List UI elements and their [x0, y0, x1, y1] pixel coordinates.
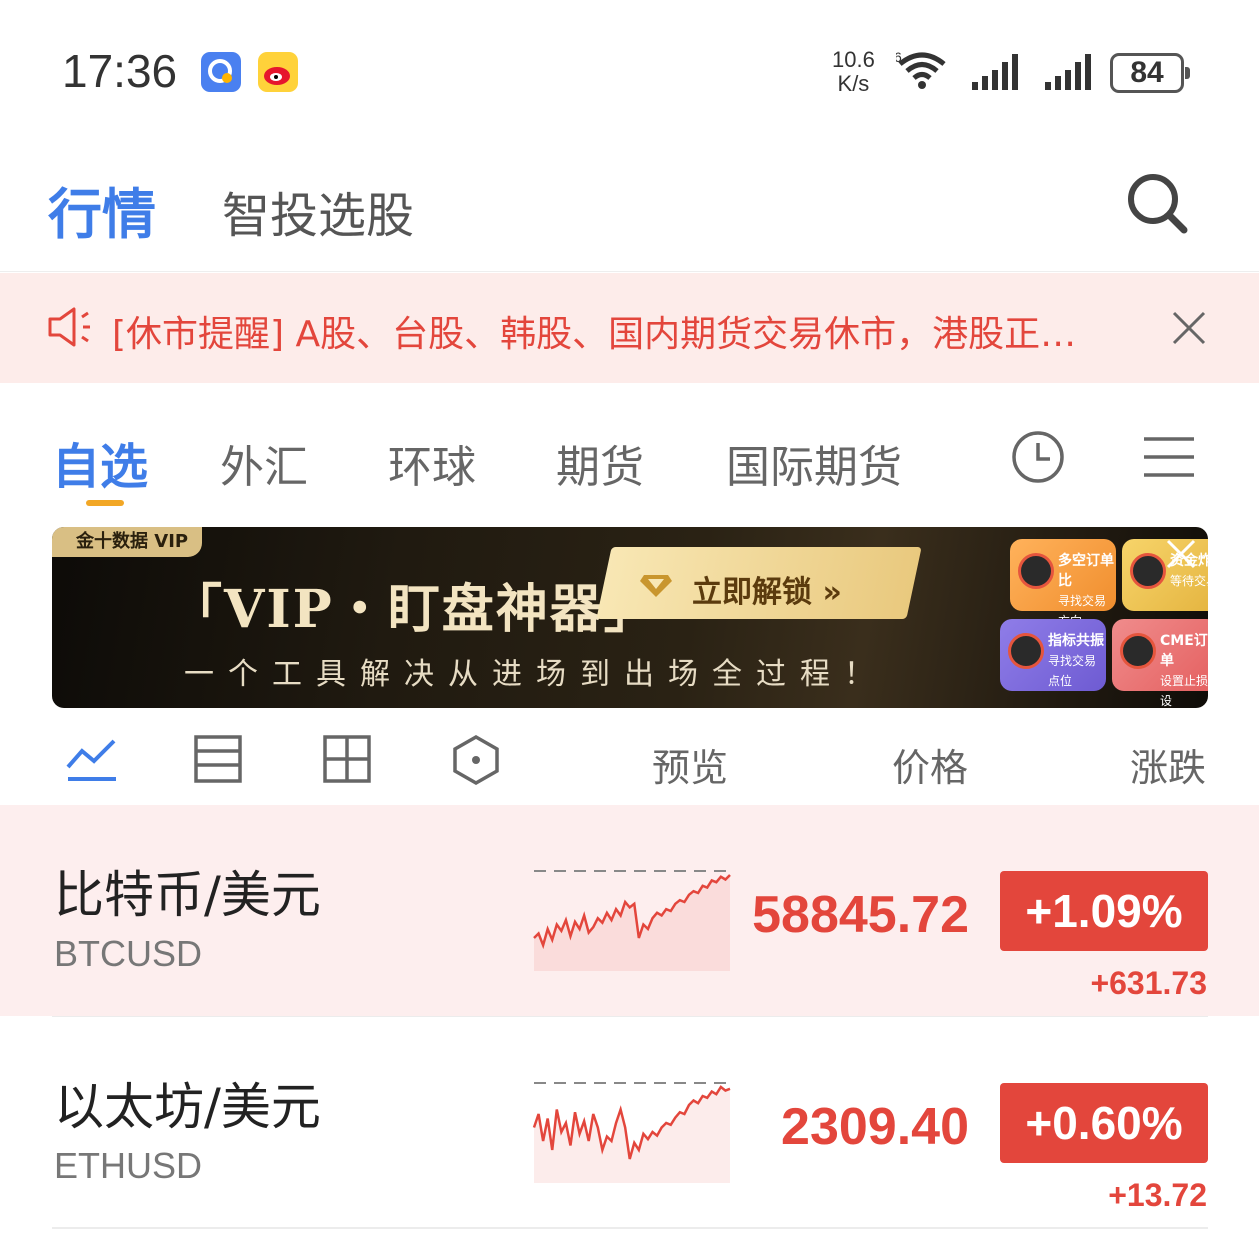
column-price[interactable]: 价格: [892, 737, 968, 792]
instrument-name: 比特币/美元: [54, 866, 321, 924]
close-icon[interactable]: [1170, 309, 1208, 347]
diamond-icon: [640, 575, 672, 597]
tab-market[interactable]: 行情: [48, 170, 156, 249]
active-tab-indicator: [86, 500, 124, 506]
tab-intl-futures[interactable]: 国际期货: [726, 431, 902, 495]
vip-badge: 金十数据 VIP: [52, 527, 203, 557]
tab-forex[interactable]: 外汇: [220, 431, 308, 495]
tab-smart-picks[interactable]: 智投选股: [222, 176, 414, 246]
instrument-code: BTCUSD: [54, 933, 203, 974]
wifi-icon: 6: [896, 50, 946, 89]
abs-change: +631.73: [1090, 965, 1207, 1001]
pct-change-badge[interactable]: +1.09%: [1000, 871, 1208, 951]
split-view-icon[interactable]: [194, 735, 242, 783]
tile-sub: 等待交易: [1170, 574, 1208, 588]
vip-banner[interactable]: 金十数据 VIP 「VIP・盯盘神器」 一个工具解决从进场到出场全过程！ 立即解…: [52, 527, 1208, 708]
signal-icon: [972, 54, 1018, 90]
tab-watchlist[interactable]: 自选: [52, 427, 148, 497]
app-header: 行情 智投选股: [0, 140, 1259, 272]
tab-global[interactable]: 环球: [388, 431, 476, 495]
tile-long-short[interactable]: 多空订单比寻找交易方向: [1010, 539, 1116, 628]
instrument-code: ETHUSD: [54, 1145, 203, 1186]
signal-icon: [1045, 54, 1091, 90]
line-chart-icon[interactable]: [66, 735, 118, 783]
instrument-price: 2309.40: [781, 1098, 969, 1156]
column-change[interactable]: 涨跌: [1130, 737, 1206, 792]
abs-change: +13.72: [1108, 1177, 1207, 1213]
market-closed-notice[interactable]: [休市提醒] A股、台股、韩股、国内期货交易休市，港股正…: [0, 273, 1259, 383]
instrument-name: 以太坊/美元: [54, 1078, 321, 1136]
menu-icon[interactable]: [1142, 435, 1196, 479]
speaker-icon: [48, 307, 90, 347]
notice-text: [休市提醒] A股、台股、韩股、国内期货交易休市，港股正…: [112, 314, 1077, 355]
banner-title: 「VIP・盯盘神器」: [170, 579, 658, 640]
grid-view-icon[interactable]: [323, 735, 371, 783]
sparkline: [533, 870, 731, 971]
column-preview: 预览: [652, 746, 729, 790]
category-tabs: 自选 外汇 环球 期货 国际期货: [0, 405, 1259, 515]
status-time: 17:36: [62, 45, 178, 97]
pct-change-badge[interactable]: +0.60%: [1000, 1083, 1208, 1163]
quote-row-eth[interactable]: 以太坊/美元 ETHUSD 2309.40 +0.60% +13.72: [0, 1017, 1259, 1228]
row-divider: [52, 1227, 1208, 1229]
list-header: 预览 价格 涨跌: [0, 715, 1259, 805]
battery-icon: 84: [1110, 53, 1190, 93]
sparkline: [532, 1082, 731, 1183]
svg-text:6: 6: [896, 50, 902, 65]
search-icon[interactable]: [1122, 168, 1192, 238]
status-bar: 17:36 10.6 K/s 6 84: [0, 0, 1259, 140]
hexagon-view-icon[interactable]: [451, 735, 501, 785]
quote-row-btc[interactable]: 比特币/美元 BTCUSD 58845.72 +1.09% +631.73: [0, 805, 1259, 1016]
tile-sub: 设置止损设: [1160, 674, 1208, 708]
tile-cme[interactable]: CME订单设置止损设: [1112, 619, 1208, 708]
banner-subtitle: 一个工具解决从进场到出场全过程！: [184, 657, 888, 692]
tile-title: 多空订单比: [1058, 553, 1114, 589]
unlock-button[interactable]: 立即解锁 »: [692, 567, 842, 611]
banner-close-icon[interactable]: [1164, 537, 1198, 571]
network-speed-unit: K/s: [837, 71, 870, 96]
clock-icon[interactable]: [1010, 429, 1066, 485]
tile-title: 指标共振: [1048, 633, 1104, 649]
tile-title: CME订单: [1160, 633, 1208, 669]
tile-sub: 寻找交易点位: [1048, 654, 1097, 688]
qq-browser-icon: [201, 52, 241, 92]
instrument-price: 58845.72: [752, 886, 969, 944]
network-speed: 10.6 K/s: [832, 48, 875, 96]
tab-futures[interactable]: 期货: [556, 431, 644, 495]
weibo-icon: [258, 52, 298, 92]
network-speed-value: 10.6: [832, 47, 875, 72]
tile-indicator[interactable]: 指标共振寻找交易点位: [1000, 619, 1106, 691]
